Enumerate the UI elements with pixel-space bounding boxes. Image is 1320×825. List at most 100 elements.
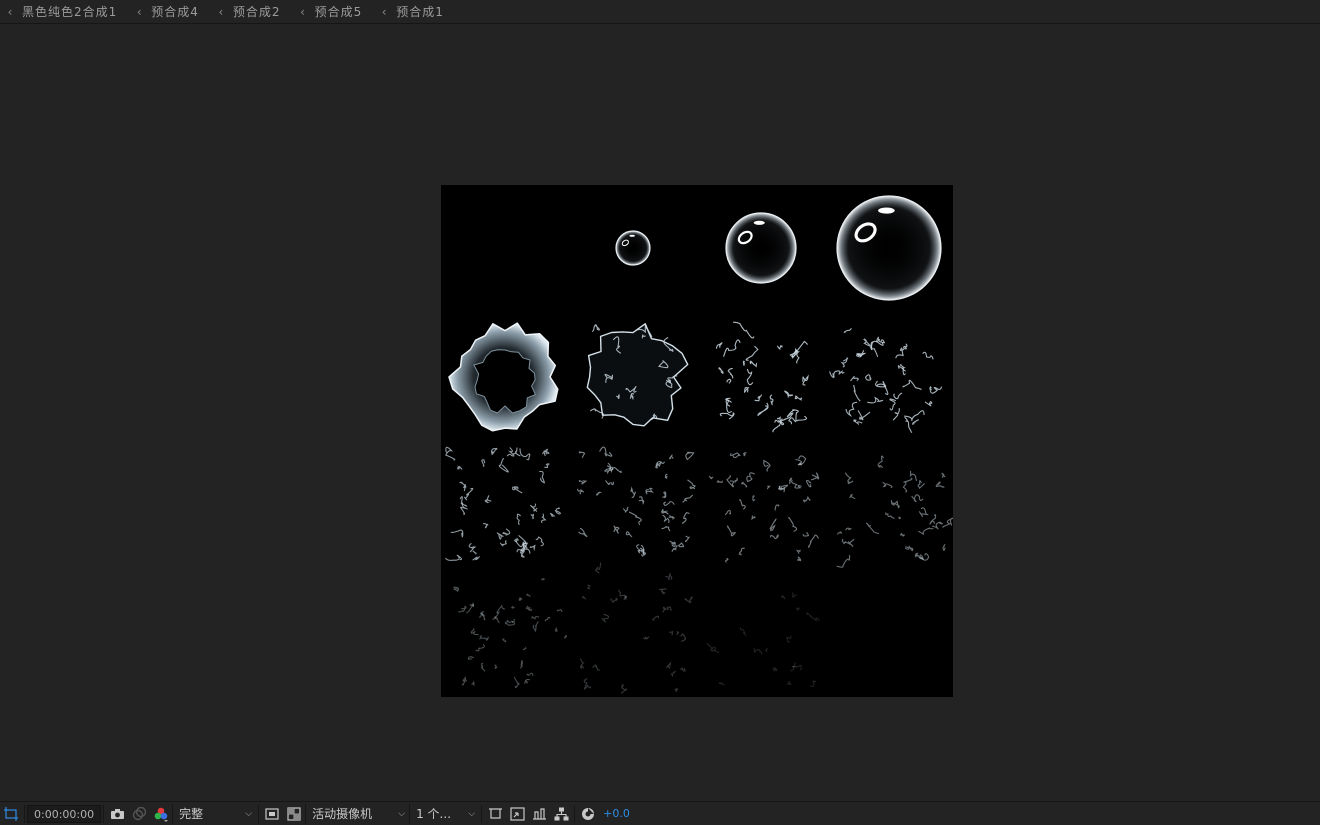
splash-droplet: [941, 472, 946, 479]
splash-droplet: [620, 684, 628, 694]
splash-droplet: [929, 386, 943, 394]
reset-exposure-icon[interactable]: [578, 804, 598, 824]
splash-droplet: [625, 531, 633, 538]
breadcrumb-arrow-icon[interactable]: ‹: [295, 5, 311, 19]
splash-droplet: [724, 509, 731, 516]
splash-droplet: [535, 536, 544, 547]
breadcrumb-item[interactable]: 黑色纯色2合成1: [18, 3, 131, 20]
splash-droplet: [829, 370, 840, 379]
splash-droplet: [479, 635, 483, 640]
splash-droplet: [458, 605, 467, 613]
splash-droplet: [661, 525, 671, 532]
resolution-dropdown[interactable]: 完整 ⌵: [172, 803, 256, 824]
splash-droplet: [459, 481, 467, 492]
splash-droplet: [725, 557, 729, 563]
timecode-field[interactable]: 0:00:00:00: [27, 804, 102, 823]
splash-droplet: [563, 634, 567, 639]
exposure-value[interactable]: +0.0: [603, 807, 630, 820]
splash-droplet: [470, 628, 479, 636]
splash-droplet: [841, 538, 846, 545]
splash-droplet: [480, 662, 486, 672]
splash-droplet: [529, 544, 536, 552]
camera-snapshot-icon[interactable]: [107, 804, 127, 824]
splash-droplet: [638, 496, 645, 505]
camera-dropdown[interactable]: 活动摄像机 ⌵: [305, 803, 409, 824]
splash-droplet: [836, 555, 851, 568]
splash-droplet: [795, 549, 801, 554]
splash-droplet: [791, 479, 802, 489]
splash-droplet: [742, 452, 747, 457]
splash-droplet: [678, 542, 685, 548]
splash-droplet: [669, 540, 676, 547]
splash-droplet: [532, 621, 539, 632]
splash-droplet: [531, 615, 540, 620]
splash-droplet: [457, 465, 463, 470]
splash-droplet: [784, 390, 794, 398]
splash-droplet: [866, 522, 880, 535]
splash-droplet: [857, 410, 871, 421]
splash-droplet: [544, 450, 550, 455]
bubble-row: [615, 195, 942, 301]
toggle-mask-icon[interactable]: [262, 804, 282, 824]
flowchart-icon[interactable]: [551, 804, 571, 824]
breadcrumb-item[interactable]: 预合成5: [311, 3, 377, 20]
splash-droplet: [750, 515, 756, 520]
splash-droplet: [636, 544, 641, 554]
guides-icon[interactable]: [485, 804, 505, 824]
breadcrumb-arrow-icon[interactable]: ‹: [376, 5, 392, 19]
splash-droplet: [668, 515, 675, 520]
rgb-channels-icon[interactable]: [151, 804, 171, 824]
chevron-down-icon: ⌵: [245, 808, 253, 819]
splash-droplet: [806, 480, 812, 488]
splash-droplet: [630, 486, 637, 499]
splash-droplet: [501, 638, 507, 643]
breadcrumb-arrow-icon[interactable]: ‹: [2, 5, 18, 19]
splash-droplet: [752, 495, 756, 502]
bubble-sprite-sheet: [445, 195, 953, 694]
fast-preview-icon[interactable]: [507, 804, 527, 824]
show-snapshot-icon[interactable]: [129, 804, 149, 824]
splash-droplet: [742, 360, 746, 366]
splash-droplet: [610, 597, 618, 603]
splash-droplet: [738, 499, 746, 510]
breadcrumb-item[interactable]: 预合成2: [229, 3, 295, 20]
splash-droplet: [738, 547, 745, 556]
splash-droplet: [541, 578, 545, 581]
breadcrumb-arrow-icon[interactable]: ‹: [131, 5, 147, 19]
splash-droplet: [726, 525, 737, 537]
region-of-interest-icon[interactable]: [1, 804, 21, 824]
composition-viewer[interactable]: [0, 25, 1320, 801]
splash-droplet: [494, 604, 506, 619]
splash-droplet: [734, 477, 738, 484]
splash-droplet: [726, 378, 732, 384]
splash-droplet: [554, 626, 558, 633]
views-value: 1 个...: [416, 806, 452, 821]
splash-droplet: [892, 408, 900, 421]
composition-canvas[interactable]: [441, 185, 953, 697]
splash-droplet: [719, 412, 735, 420]
splash-droplet: [591, 324, 600, 333]
splash-droplet: [660, 509, 669, 515]
splash-droplet: [549, 512, 556, 517]
splash-droplet: [530, 513, 535, 520]
breadcrumb-item[interactable]: 预合成4: [147, 3, 213, 20]
splash-droplet: [780, 594, 786, 600]
breadcrumb-arrow-icon[interactable]: ‹: [213, 5, 229, 19]
splash-droplet: [865, 374, 872, 381]
timeline-icon[interactable]: [529, 804, 549, 824]
splash-droplet: [912, 419, 919, 426]
splash-droplet: [668, 454, 674, 460]
splash-droplet: [498, 457, 509, 473]
splash-droplet: [942, 544, 946, 552]
splash-droplet: [902, 379, 922, 391]
splash-droplet: [544, 616, 551, 622]
views-dropdown[interactable]: 1 个... ⌵: [409, 803, 479, 824]
splash-droplet: [791, 592, 798, 599]
splash-droplet: [670, 670, 676, 677]
transparency-grid-icon[interactable]: [284, 804, 304, 824]
splash-droplet: [769, 394, 774, 406]
splash-droplet: [605, 480, 614, 486]
splash-droplet: [769, 518, 777, 532]
splash-droplet: [578, 479, 588, 485]
breadcrumb-item[interactable]: 预合成1: [392, 3, 458, 20]
